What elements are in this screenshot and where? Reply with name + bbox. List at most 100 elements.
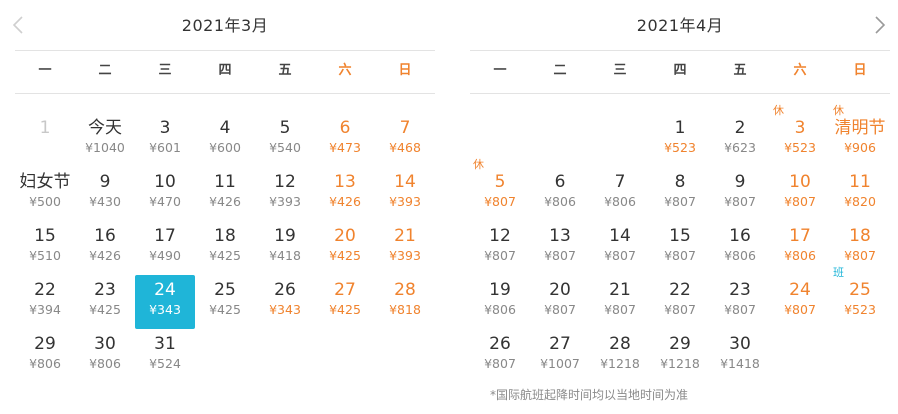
day-cell[interactable]: 1 ¥523 xyxy=(650,113,710,167)
day-number: 28 xyxy=(394,280,416,300)
calendar-month-march: 2021年3月 一 二 三 四 五 六 日 1 今天 ¥1040 3 ¥601 4 ¥600 5 ¥540 6… xyxy=(15,0,435,414)
day-cell-selected[interactable]: 24 ¥343 xyxy=(135,275,195,329)
day-price: ¥1218 xyxy=(660,356,700,371)
day-cell[interactable]: 3 ¥601 xyxy=(135,113,195,167)
day-price: ¥623 xyxy=(724,140,756,155)
day-cell[interactable]: 12 ¥393 xyxy=(255,167,315,221)
day-cell[interactable]: 30 ¥1418 xyxy=(710,329,770,383)
day-cell[interactable]: 9 ¥807 xyxy=(710,167,770,221)
day-cell[interactable]: 7 ¥806 xyxy=(590,167,650,221)
day-price: ¥490 xyxy=(149,248,181,263)
day-cell[interactable]: 26 ¥807 xyxy=(470,329,530,383)
day-cell[interactable]: 5 ¥540 xyxy=(255,113,315,167)
day-cell[interactable]: 29 ¥806 xyxy=(15,329,75,383)
day-cell[interactable]: 29 ¥1218 xyxy=(650,329,710,383)
day-cell[interactable]: 15 ¥510 xyxy=(15,221,75,275)
day-number: 24 xyxy=(154,280,176,300)
day-cell[interactable]: 6 ¥806 xyxy=(530,167,590,221)
day-cell[interactable]: 25 ¥425 xyxy=(195,275,255,329)
day-cell[interactable]: 11 ¥820 xyxy=(830,167,890,221)
day-cell[interactable]: 19 ¥418 xyxy=(255,221,315,275)
day-price: ¥523 xyxy=(784,140,816,155)
day-cell[interactable]: 10 ¥470 xyxy=(135,167,195,221)
day-number: 21 xyxy=(394,226,416,246)
day-cell[interactable]: 9 ¥430 xyxy=(75,167,135,221)
day-price: ¥806 xyxy=(544,194,576,209)
day-cell[interactable]: 今天 ¥1040 xyxy=(75,113,135,167)
day-cell[interactable]: 28 ¥1218 xyxy=(590,329,650,383)
day-number: 27 xyxy=(334,280,356,300)
day-cell[interactable]: 22 ¥394 xyxy=(15,275,75,329)
day-number: 6 xyxy=(554,172,566,192)
day-cell: 1 xyxy=(15,113,75,167)
day-number: 9 xyxy=(99,172,111,192)
day-cell[interactable]: 14 ¥393 xyxy=(375,167,435,221)
day-cell[interactable]: 7 ¥468 xyxy=(375,113,435,167)
day-cell[interactable]: 23 ¥807 xyxy=(710,275,770,329)
day-price: ¥430 xyxy=(89,194,121,209)
day-cell[interactable]: 21 ¥807 xyxy=(590,275,650,329)
day-price: ¥807 xyxy=(664,248,696,263)
day-cell[interactable]: 30 ¥806 xyxy=(75,329,135,383)
day-cell[interactable]: 23 ¥425 xyxy=(75,275,135,329)
day-cell[interactable]: 休 3 ¥523 xyxy=(770,105,830,167)
day-price: ¥426 xyxy=(209,194,241,209)
day-price: ¥394 xyxy=(29,302,61,317)
day-number: 24 xyxy=(789,280,811,300)
day-price: ¥806 xyxy=(89,356,121,371)
day-cell[interactable]: 8 ¥807 xyxy=(650,167,710,221)
empty-cell xyxy=(590,113,650,167)
day-cell[interactable]: 14 ¥807 xyxy=(590,221,650,275)
day-number: 12 xyxy=(274,172,296,192)
day-cell[interactable]: 2 ¥623 xyxy=(710,113,770,167)
day-number: 1 xyxy=(39,118,51,138)
day-cell[interactable]: 班 25 ¥523 xyxy=(830,267,890,329)
day-cell[interactable]: 28 ¥818 xyxy=(375,275,435,329)
day-price: ¥500 xyxy=(29,194,61,209)
day-cell[interactable]: 18 ¥425 xyxy=(195,221,255,275)
day-cell[interactable]: 16 ¥806 xyxy=(710,221,770,275)
day-cell[interactable]: 26 ¥343 xyxy=(255,275,315,329)
day-grid: 1 ¥523 2 ¥623 休 3 ¥523 休清明节 ¥906 休 5 ¥807 6 ¥806 7 ¥806… xyxy=(470,105,890,383)
day-price: ¥425 xyxy=(209,248,241,263)
day-price: ¥343 xyxy=(149,302,181,317)
day-cell[interactable]: 22 ¥807 xyxy=(650,275,710,329)
day-price: ¥906 xyxy=(844,140,876,155)
day-cell[interactable]: 12 ¥807 xyxy=(470,221,530,275)
day-price: ¥425 xyxy=(329,248,361,263)
day-cell[interactable]: 11 ¥426 xyxy=(195,167,255,221)
day-cell[interactable]: 13 ¥426 xyxy=(315,167,375,221)
day-cell[interactable]: 休 5 ¥807 xyxy=(470,159,530,221)
day-cell[interactable]: 20 ¥807 xyxy=(530,275,590,329)
day-cell[interactable]: 27 ¥425 xyxy=(315,275,375,329)
day-cell[interactable]: 16 ¥426 xyxy=(75,221,135,275)
day-price: ¥806 xyxy=(604,194,636,209)
day-price: ¥807 xyxy=(484,248,516,263)
day-cell[interactable]: 10 ¥807 xyxy=(770,167,830,221)
day-cell[interactable]: 6 ¥473 xyxy=(315,113,375,167)
day-price: ¥601 xyxy=(149,140,181,155)
day-cell[interactable]: 4 ¥600 xyxy=(195,113,255,167)
day-cell[interactable]: 31 ¥524 xyxy=(135,329,195,383)
day-cell[interactable]: 13 ¥807 xyxy=(530,221,590,275)
day-cell[interactable]: 20 ¥425 xyxy=(315,221,375,275)
day-price: ¥523 xyxy=(844,302,876,317)
day-cell[interactable]: 17 ¥490 xyxy=(135,221,195,275)
timezone-footnote: *国际航班起降时间均以当地时间为准 xyxy=(490,388,689,402)
empty-cell xyxy=(770,329,830,383)
day-cell[interactable]: 21 ¥393 xyxy=(375,221,435,275)
day-cell[interactable]: 妇女节 ¥500 xyxy=(15,167,75,221)
day-cell[interactable]: 19 ¥806 xyxy=(470,275,530,329)
day-cell[interactable]: 24 ¥807 xyxy=(770,275,830,329)
day-cell[interactable]: 休清明节 ¥906 xyxy=(830,105,890,167)
weekday-label: 五 xyxy=(733,63,747,78)
day-cell[interactable]: 15 ¥807 xyxy=(650,221,710,275)
month-title: 2021年4月 xyxy=(636,16,724,35)
day-price: ¥807 xyxy=(544,248,576,263)
day-price: ¥523 xyxy=(664,140,696,155)
day-price: ¥807 xyxy=(664,194,696,209)
day-price: ¥393 xyxy=(389,248,421,263)
day-cell[interactable]: 17 ¥806 xyxy=(770,221,830,275)
day-cell[interactable]: 27 ¥1007 xyxy=(530,329,590,383)
weekday-header: 一二三四五六日 xyxy=(470,50,890,94)
